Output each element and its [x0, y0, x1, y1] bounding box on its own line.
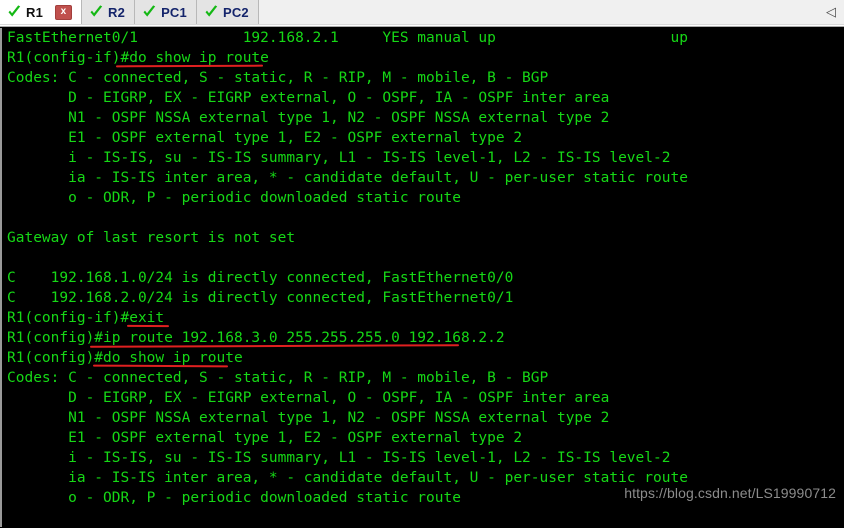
- console-line: R1(config)#do show ip route: [2, 348, 844, 368]
- console-line-text: N1 - OSPF NSSA external type 1, N2 - OSP…: [7, 110, 610, 126]
- console-line: E1 - OSPF external type 1, E2 - OSPF ext…: [2, 128, 844, 148]
- console-output: FastEthernet0/1 192.168.2.1 YES manual u…: [2, 28, 844, 528]
- console-line: o - ODR, P - periodic downloaded static …: [2, 188, 844, 208]
- watermark-text: https://blog.csdn.net/LS19990712: [624, 485, 836, 501]
- tab-label: PC1: [161, 4, 187, 20]
- console-line-text: ia - IS-IS inter area, * - candidate def…: [7, 170, 688, 186]
- console-line-text: Gateway of last resort is not set: [7, 230, 296, 246]
- console-line: ia - IS-IS inter area, * - candidate def…: [2, 168, 844, 188]
- console-line-text: i - IS-IS, su - IS-IS summary, L1 - IS-I…: [7, 150, 671, 166]
- console-line-text: N1 - OSPF NSSA external type 1, N2 - OSP…: [7, 410, 610, 426]
- console-line-text: E1 - OSPF external type 1, E2 - OSPF ext…: [7, 130, 523, 146]
- green-check-icon: [142, 5, 157, 19]
- console-line-text: R1(config)#ip route 192.168.3.0 255.255.…: [7, 330, 505, 346]
- console-line-text: o - ODR, P - periodic downloaded static …: [7, 490, 461, 506]
- console-line-text: R1(config-if)#do show ip route: [7, 50, 269, 66]
- green-check-icon: [89, 5, 104, 19]
- console-line-text: o - ODR, P - periodic downloaded static …: [7, 190, 461, 206]
- console-line: Codes: C - connected, S - static, R - RI…: [2, 68, 844, 88]
- console-line-text: C 192.168.2.0/24 is directly connected, …: [7, 290, 514, 306]
- console-line: Codes: C - connected, S - static, R - RI…: [2, 368, 844, 388]
- console-line: C 192.168.1.0/24 is directly connected, …: [2, 268, 844, 288]
- console-line: R1(config-if)#do show ip route: [2, 48, 844, 68]
- tab-label: R1: [26, 4, 44, 20]
- console-line: FastEthernet0/1 192.168.2.1 YES manual u…: [2, 28, 844, 48]
- console-line-text: E1 - OSPF external type 1, E2 - OSPF ext…: [7, 430, 523, 446]
- console-line-text: FastEthernet0/1 192.168.2.1 YES manual u…: [7, 30, 688, 46]
- tab-r2[interactable]: R2: [82, 0, 136, 24]
- chevron-left-icon[interactable]: ◁: [818, 0, 844, 24]
- console-line-text: ia - IS-IS inter area, * - candidate def…: [7, 470, 688, 486]
- console-line: C 192.168.2.0/24 is directly connected, …: [2, 288, 844, 308]
- console-line: N1 - OSPF NSSA external type 1, N2 - OSP…: [2, 108, 844, 128]
- tab-bar-empty-area: [258, 0, 818, 24]
- device-tab-bar: R1 x R2 PC1 PC2 ◁: [0, 0, 844, 24]
- tab-pc2[interactable]: PC2: [196, 0, 259, 24]
- green-check-icon: [204, 5, 219, 19]
- console-line-text: C 192.168.1.0/24 is directly connected, …: [7, 270, 514, 286]
- console-line-text: D - EIGRP, EX - EIGRP external, O - OSPF…: [7, 390, 610, 406]
- green-check-icon: [7, 5, 22, 19]
- console-line-text: Codes: C - connected, S - static, R - RI…: [7, 70, 549, 86]
- console-line: i - IS-IS, su - IS-IS summary, L1 - IS-I…: [2, 448, 844, 468]
- tab-label: PC2: [222, 4, 249, 20]
- console-line-text: R1(config)#do show ip route: [7, 350, 243, 366]
- close-icon[interactable]: x: [55, 4, 73, 20]
- console-line: i - IS-IS, su - IS-IS summary, L1 - IS-I…: [2, 148, 844, 168]
- console-line-text: R1(config-if)#exit: [7, 310, 165, 326]
- console-line: R1(config)#ip route 192.168.3.0 255.255.…: [2, 328, 844, 348]
- console-line-text: i - IS-IS, su - IS-IS summary, L1 - IS-I…: [7, 450, 671, 466]
- console-line: R1(config-if)#exit: [2, 308, 844, 328]
- emulator-window: R1 x R2 PC1 PC2 ◁ FastEthernet0/1 192.16…: [0, 0, 844, 528]
- console-line: D - EIGRP, EX - EIGRP external, O - OSPF…: [2, 88, 844, 108]
- console-line-text: Codes: C - connected, S - static, R - RI…: [7, 370, 549, 386]
- tab-r1[interactable]: R1 x: [0, 0, 83, 24]
- console-line: N1 - OSPF NSSA external type 1, N2 - OSP…: [2, 408, 844, 428]
- console-line-text: D - EIGRP, EX - EIGRP external, O - OSPF…: [7, 90, 610, 106]
- console-line: E1 - OSPF external type 1, E2 - OSPF ext…: [2, 428, 844, 448]
- tab-pc1[interactable]: PC1: [135, 0, 197, 24]
- console-line: Gateway of last resort is not set: [2, 228, 844, 248]
- console-line: D - EIGRP, EX - EIGRP external, O - OSPF…: [2, 388, 844, 408]
- tab-label: R2: [108, 4, 126, 20]
- console-terminal[interactable]: FastEthernet0/1 192.168.2.1 YES manual u…: [0, 28, 844, 528]
